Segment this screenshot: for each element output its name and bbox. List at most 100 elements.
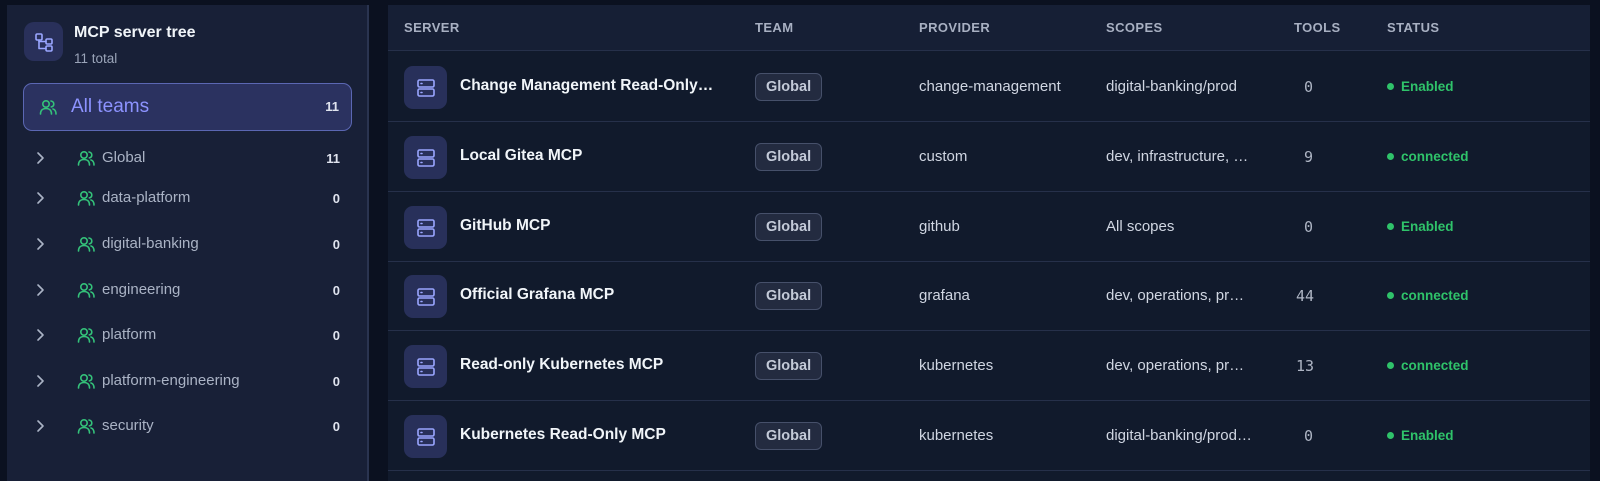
status-text: Enabled — [1401, 79, 1454, 94]
sidebar-item-label: security — [102, 417, 154, 434]
tools-count: 13 — [1296, 357, 1315, 375]
tools-count: 0 — [1304, 427, 1314, 445]
provider-cell: change-management — [919, 78, 1061, 95]
all-teams-label: All teams — [71, 96, 150, 117]
server-name[interactable]: Local Gitea MCP — [460, 147, 582, 165]
users-icon — [76, 325, 96, 350]
provider-cell: kubernetes — [919, 357, 994, 374]
status-dot-icon — [1387, 432, 1394, 439]
status-badge: connected — [1387, 288, 1469, 303]
table-row[interactable]: Read-only Kubernetes MCP Global kubernet… — [388, 331, 1590, 401]
sidebar-item-count: 0 — [332, 237, 340, 252]
users-icon — [38, 97, 58, 122]
server-icon — [404, 66, 447, 109]
chevron-right-icon[interactable] — [34, 283, 46, 302]
sidebar: MCP server tree 11 total All teams 11 Gl… — [7, 5, 369, 481]
tree-total-count: 11 total — [74, 51, 118, 66]
status-dot-icon — [1387, 292, 1394, 299]
sidebar-item-count: 0 — [332, 328, 340, 343]
users-icon — [76, 148, 96, 173]
chevron-right-icon[interactable] — [34, 419, 46, 438]
provider-cell: github — [919, 218, 960, 235]
chevron-right-icon[interactable] — [34, 151, 46, 170]
team-badge: Global — [755, 143, 823, 171]
status-dot-icon — [1387, 362, 1394, 369]
table-row[interactable]: Official Grafana MCP Global grafana dev,… — [388, 261, 1590, 331]
team-badge: Global — [755, 352, 823, 380]
chevron-right-icon[interactable] — [34, 191, 46, 210]
tools-count: 9 — [1304, 148, 1314, 166]
column-header-scopes[interactable]: SCOPES — [1106, 20, 1163, 35]
scopes-cell: dev, infrastructure, … — [1106, 148, 1249, 165]
sidebar-item-label: digital-banking — [102, 235, 199, 252]
server-name[interactable]: GitHub MCP — [460, 217, 550, 235]
sidebar-item-label: platform — [102, 326, 157, 343]
column-header-team[interactable]: TEAM — [755, 20, 793, 35]
sidebar-item-count: 0 — [332, 419, 340, 434]
server-name[interactable]: Kubernetes Read-Only MCP — [460, 426, 666, 444]
provider-cell: custom — [919, 148, 968, 165]
status-dot-icon — [1387, 223, 1394, 230]
column-header-server[interactable]: SERVER — [404, 20, 460, 35]
all-teams-count: 11 — [325, 99, 339, 114]
status-badge: connected — [1387, 358, 1469, 373]
tools-count: 44 — [1296, 287, 1315, 305]
users-icon — [76, 234, 96, 259]
chevron-right-icon[interactable] — [34, 374, 46, 393]
scopes-cell: digital-banking/prod… — [1106, 427, 1252, 444]
sidebar-item-engineering[interactable]: engineering 0 — [7, 275, 369, 305]
sidebar-item-digital-banking[interactable]: digital-banking 0 — [7, 229, 369, 259]
tree-title: MCP server tree — [74, 24, 196, 41]
table-row[interactable]: Local Gitea MCP Global custom dev, infra… — [388, 122, 1590, 192]
tools-count: 0 — [1304, 78, 1314, 96]
scopes-cell: dev, operations, pr… — [1106, 287, 1245, 304]
sidebar-item-label: Global — [102, 149, 146, 166]
sidebar-item-security[interactable]: security 0 — [7, 411, 369, 441]
table-row[interactable]: GitHub MCP Global github All scopes 0 En… — [388, 192, 1590, 262]
status-dot-icon — [1387, 83, 1394, 90]
sidebar-item-count: 0 — [332, 283, 340, 298]
server-name[interactable]: Read-only Kubernetes MCP — [460, 356, 663, 374]
status-text: Enabled — [1401, 219, 1454, 234]
status-badge: Enabled — [1387, 79, 1454, 94]
server-icon — [404, 275, 447, 318]
column-header-tools[interactable]: TOOLS — [1294, 20, 1341, 35]
chevron-right-icon[interactable] — [34, 237, 46, 256]
scopes-cell: digital-banking/prod — [1106, 78, 1237, 95]
table-row[interactable]: Change Management Read-Only… Global chan… — [388, 52, 1590, 122]
sidebar-item-global[interactable]: Global 11 — [7, 143, 369, 173]
sidebar-item-label: data-platform — [102, 189, 191, 206]
status-text: Enabled — [1401, 428, 1454, 443]
tools-count: 0 — [1304, 218, 1314, 236]
server-icon — [404, 206, 447, 249]
tree-structure-icon — [24, 22, 63, 61]
provider-cell: kubernetes — [919, 427, 994, 444]
tree-header: MCP server tree 11 total — [24, 22, 196, 68]
status-text: connected — [1401, 149, 1469, 164]
team-badge: Global — [755, 282, 823, 310]
team-badge: Global — [755, 73, 823, 101]
column-header-status[interactable]: STATUS — [1387, 20, 1439, 35]
provider-cell: grafana — [919, 287, 970, 304]
status-text: connected — [1401, 358, 1469, 373]
status-text: connected — [1401, 288, 1469, 303]
status-dot-icon — [1387, 153, 1394, 160]
server-name[interactable]: Change Management Read-Only… — [460, 77, 713, 95]
sidebar-item-count: 11 — [326, 151, 340, 166]
server-icon — [404, 345, 447, 388]
table-row[interactable]: Kubernetes Read-Only MCP Global kubernet… — [388, 401, 1590, 471]
table-header: SERVER TEAM PROVIDER SCOPES TOOLS STATUS — [388, 5, 1590, 51]
sidebar-item-data-platform[interactable]: data-platform 0 — [7, 183, 369, 213]
sidebar-item-label: platform-engineering — [102, 372, 240, 389]
column-header-provider[interactable]: PROVIDER — [919, 20, 990, 35]
app-root: MCP server tree 11 total All teams 11 Gl… — [0, 0, 1600, 481]
scopes-cell: dev, operations, pr… — [1106, 357, 1245, 374]
sidebar-item-platform[interactable]: platform 0 — [7, 320, 369, 350]
users-icon — [76, 188, 96, 213]
all-teams-item[interactable]: All teams 11 — [23, 83, 352, 131]
scopes-cell: All scopes — [1106, 218, 1175, 235]
server-name[interactable]: Official Grafana MCP — [460, 286, 614, 304]
chevron-right-icon[interactable] — [34, 328, 46, 347]
sidebar-item-platform-engineering[interactable]: platform-engineering 0 — [7, 366, 369, 396]
server-icon — [404, 136, 447, 179]
